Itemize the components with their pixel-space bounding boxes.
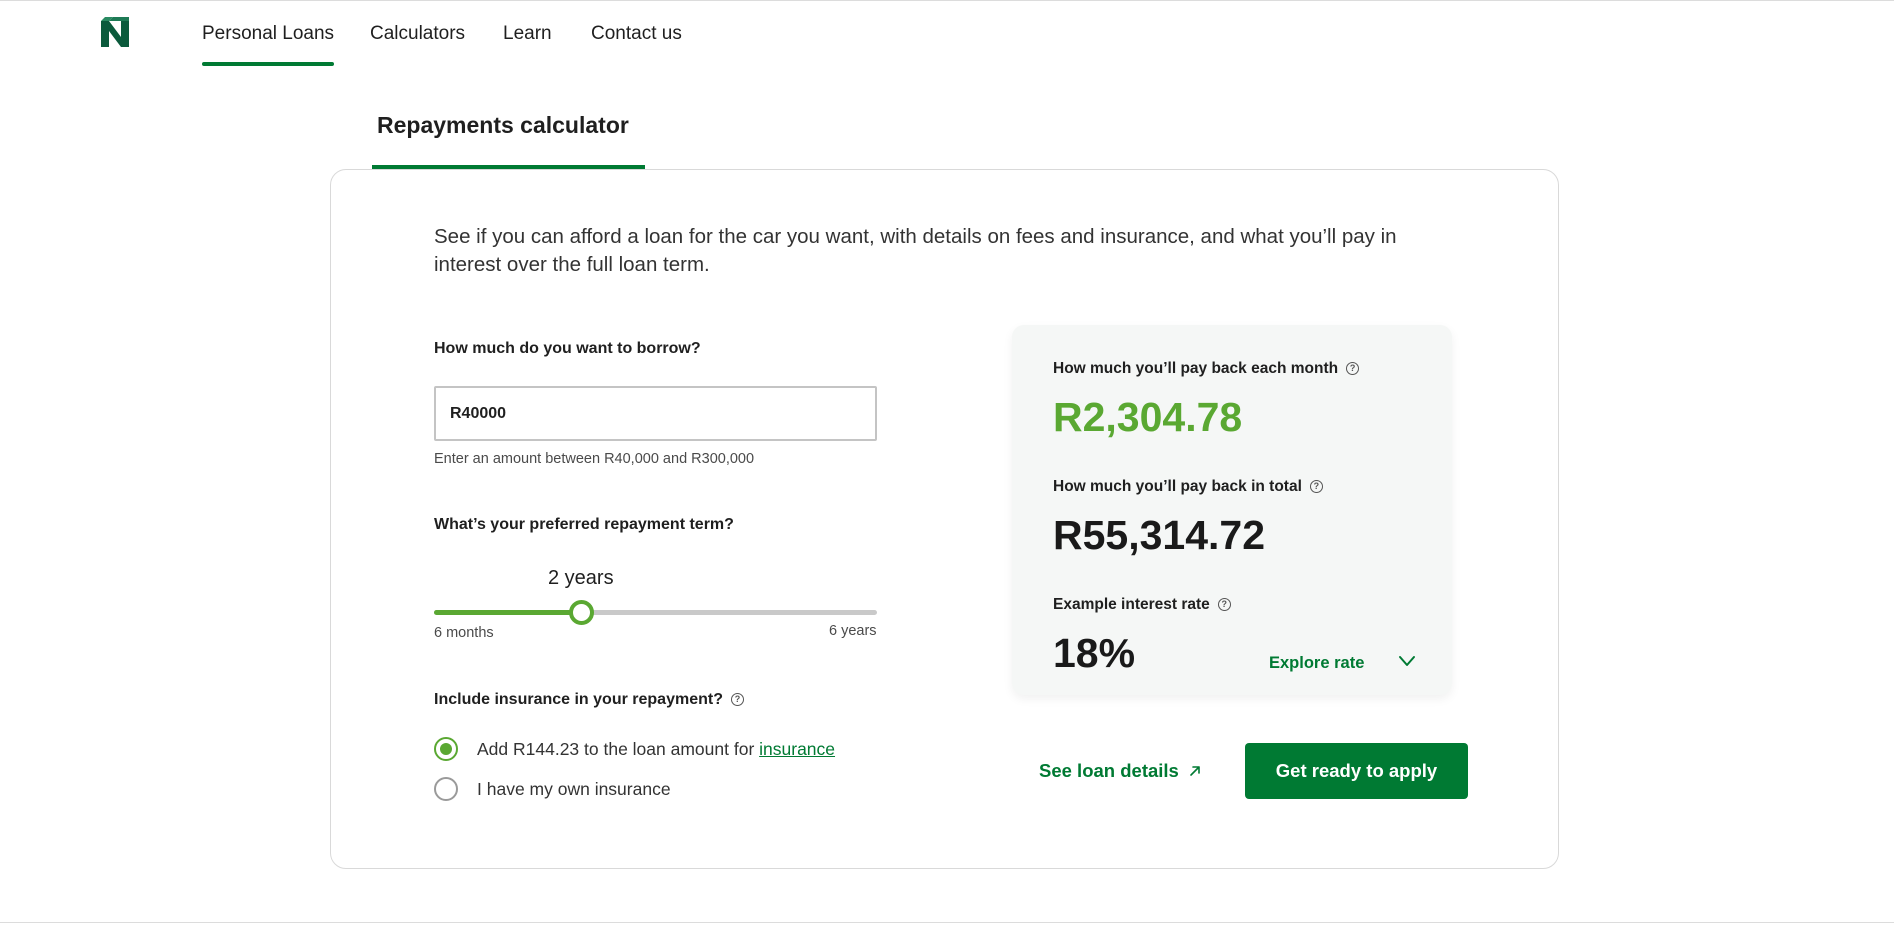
tab-repayments-calculator[interactable]: Repayments calculator [372, 110, 645, 170]
borrow-amount-input[interactable] [434, 386, 877, 441]
term-label: What’s your preferred repayment term? [434, 516, 734, 533]
insurance-link[interactable]: insurance [759, 739, 835, 759]
total-label: How much you’ll pay back in total? [1053, 478, 1323, 496]
monthly-label: How much you’ll pay back each month? [1053, 360, 1360, 378]
total-label-text: How much you’ll pay back in total [1053, 478, 1302, 495]
nav-item-learn[interactable]: Learn [503, 23, 552, 45]
term-min-label: 6 months [434, 625, 494, 641]
see-loan-details-link[interactable]: See loan details [1039, 760, 1201, 782]
radio-own-insurance[interactable] [434, 777, 458, 801]
insurance-option-own[interactable]: I have my own insurance [434, 777, 671, 801]
tab-label: Repayments calculator [377, 112, 629, 138]
results-panel: How much you’ll pay back each month? R2,… [1012, 325, 1452, 695]
insurance-option-own-text: I have my own insurance [477, 778, 671, 799]
nav-item-calculators[interactable]: Calculators [370, 23, 465, 45]
get-ready-to-apply-button[interactable]: Get ready to apply [1245, 743, 1468, 799]
nedbank-logo-icon[interactable] [99, 17, 131, 49]
borrow-hint: Enter an amount between R40,000 and R300… [434, 451, 755, 467]
bottom-border [0, 922, 1894, 923]
nav-item-personal-loans[interactable]: Personal Loans [202, 23, 335, 66]
interest-rate-value: 18% [1053, 630, 1136, 676]
term-slider-handle[interactable] [569, 600, 595, 625]
term-value: 2 years [548, 567, 614, 589]
help-icon[interactable]: ? [730, 693, 744, 707]
rate-label: Example interest rate? [1053, 596, 1231, 614]
external-arrow-icon [1190, 766, 1200, 776]
monthly-repayment-value: R2,304.78 [1053, 394, 1243, 440]
total-repayment-value: R55,314.72 [1053, 512, 1266, 558]
nav-item-contact-us[interactable]: Contact us [591, 23, 682, 45]
borrow-label: How much do you want to borrow? [434, 340, 701, 357]
insurance-label: Include insurance in your repayment?? [434, 691, 744, 709]
explore-rate-link[interactable]: Explore rate [1269, 654, 1364, 673]
monthly-label-text: How much you’ll pay back each month [1053, 360, 1339, 377]
see-loan-details-label: See loan details [1039, 760, 1179, 781]
term-max-label: 6 years [829, 623, 877, 639]
rate-label-text: Example interest rate [1053, 596, 1210, 613]
help-icon[interactable]: ? [1346, 362, 1360, 376]
top-border [0, 0, 1894, 1]
radio-add-insurance[interactable] [434, 737, 458, 761]
chevron-down-icon[interactable] [1397, 651, 1417, 671]
insurance-label-text: Include insurance in your repayment? [434, 691, 723, 708]
term-slider-fill [434, 610, 582, 615]
insurance-option-add[interactable]: Add R144.23 to the loan amount for insur… [434, 737, 835, 761]
insurance-option-add-text: Add R144.23 to the loan amount for insur… [477, 738, 836, 759]
help-icon[interactable]: ? [1217, 598, 1231, 612]
help-icon[interactable]: ? [1309, 480, 1323, 494]
term-slider-track[interactable] [434, 610, 877, 615]
calculator-intro: See if you can afford a loan for the car… [434, 225, 1397, 276]
